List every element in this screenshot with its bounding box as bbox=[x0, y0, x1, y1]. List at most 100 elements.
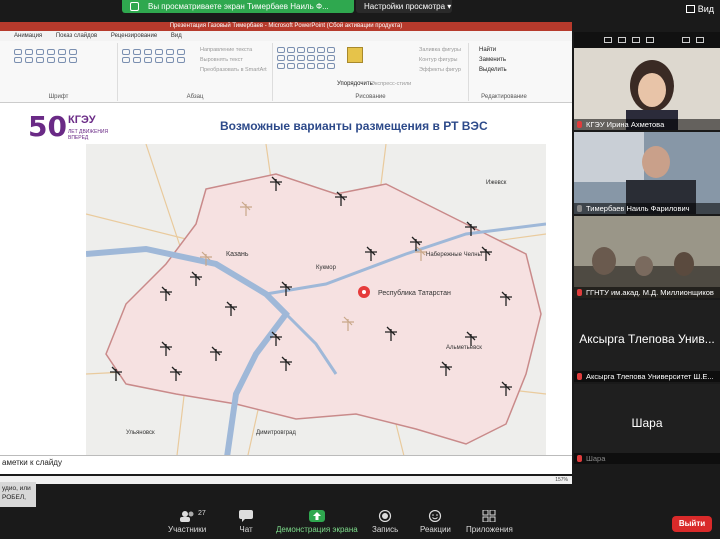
record-icon bbox=[377, 509, 393, 523]
layout-icon[interactable] bbox=[696, 37, 704, 43]
paragraph-controls[interactable] bbox=[122, 49, 186, 63]
participant-video bbox=[574, 216, 720, 298]
shapes-gallery[interactable] bbox=[277, 47, 335, 69]
participant-tile[interactable]: Шара Шара bbox=[574, 384, 720, 464]
slide-notes[interactable]: аметки к слайду bbox=[0, 455, 572, 468]
apps-icon bbox=[481, 509, 497, 523]
participant-name: КГЭУ Ирина Ахметова bbox=[574, 119, 720, 130]
participant-tile[interactable]: Аксырга Тлепова Унив... Аксырга Тлепова … bbox=[574, 300, 720, 382]
font-group: Шрифт bbox=[0, 43, 118, 101]
share-screen-button[interactable]: Демонстрация экрана bbox=[276, 510, 358, 534]
reactions-button[interactable]: Реакции bbox=[420, 509, 451, 534]
text-direction-button[interactable]: Направление текста bbox=[200, 47, 252, 53]
city-almetyevsk: Альметьевск bbox=[446, 345, 482, 351]
participants-count: 27 bbox=[198, 510, 206, 517]
tooltip-fragment: удио, или РОБЕЛ, bbox=[0, 482, 36, 508]
logo-subtitle: ЛЕТ ДВИЖЕНИЯ ВПЕРЕД bbox=[68, 129, 109, 141]
paragraph-group-label: Абзац bbox=[186, 94, 204, 100]
layout-icon[interactable] bbox=[632, 37, 640, 43]
city-nab-chelny: Набережные Челны bbox=[426, 252, 482, 258]
participant-display-name: Аксырга Тлепова Унив... bbox=[579, 332, 715, 346]
leave-button[interactable]: Выйти bbox=[672, 516, 712, 532]
apps-label: Приложения bbox=[466, 525, 513, 534]
tab-slideshow[interactable]: Показ слайдов bbox=[56, 33, 97, 39]
share-screen-label: Демонстрация экрана bbox=[276, 525, 358, 534]
ppt-ribbon: Шрифт Направление текста Выровнять текст… bbox=[0, 41, 572, 103]
record-label: Запись bbox=[372, 525, 399, 534]
city-kazan: Казань bbox=[226, 251, 249, 258]
font-controls[interactable] bbox=[14, 49, 78, 63]
layout-icon[interactable] bbox=[646, 37, 654, 43]
record-button[interactable]: Запись bbox=[372, 509, 399, 534]
zoom-top-bar: Вы просматриваете экран Тимербаев Наиль … bbox=[0, 0, 720, 22]
logo-name: КГЭУ bbox=[68, 114, 96, 126]
participant-name: Аксырга Тлепова Университет Ш.Е... bbox=[574, 371, 720, 382]
chat-label: Чат bbox=[239, 525, 253, 534]
slide[interactable]: 50 КГЭУ ЛЕТ ДВИЖЕНИЯ ВПЕРЕД Возможные ва… bbox=[0, 104, 572, 474]
tab-review[interactable]: Рецензирование bbox=[111, 33, 157, 39]
participant-video bbox=[574, 48, 720, 130]
view-settings-label: Настройки просмотра bbox=[364, 2, 446, 11]
layout-icon[interactable] bbox=[604, 37, 612, 43]
apps-button[interactable]: Приложения bbox=[466, 509, 513, 534]
zoom-toolbar: Участники 27 Чат Демонстрация экрана Зап… bbox=[0, 507, 720, 539]
share-banner-text: Вы просматриваете экран Тимербаев Наиль … bbox=[148, 2, 329, 11]
tab-view[interactable]: Вид bbox=[171, 33, 182, 39]
view-button[interactable]: Вид bbox=[685, 4, 714, 14]
gallery-header bbox=[574, 32, 720, 48]
shape-fill-button[interactable]: Заливка фигуры bbox=[419, 47, 461, 53]
participant-name: ГГНТУ им.акад. М.Д. Миллионщиков bbox=[574, 287, 720, 298]
mic-muted-icon bbox=[577, 373, 582, 380]
zoom-level[interactable]: 157% bbox=[555, 476, 568, 484]
ppt-ribbon-tabs: Анимация Показ слайдов Рецензирование Ви… bbox=[0, 31, 572, 41]
chat-icon bbox=[238, 510, 254, 522]
kgeu-logo: 50 КГЭУ ЛЕТ ДВИЖЕНИЯ ВПЕРЕД bbox=[28, 112, 118, 144]
view-button-label: Вид bbox=[697, 4, 714, 14]
slide-title: Возможные варианты размещения в РТ ВЭС bbox=[220, 119, 488, 133]
map-svg: Республика Татарстан Казань Набережные Ч… bbox=[86, 144, 546, 464]
font-group-label: Шрифт bbox=[48, 94, 69, 100]
map-center-label: Республика Татарстан bbox=[378, 289, 451, 297]
city-kukmor: Кукмор bbox=[316, 265, 337, 271]
grid-view-icon bbox=[685, 5, 695, 13]
tatarstan-map: Республика Татарстан Казань Набережные Ч… bbox=[86, 144, 546, 464]
find-button[interactable]: Найти bbox=[479, 47, 496, 53]
chat-button[interactable]: Чат bbox=[238, 510, 254, 534]
select-button[interactable]: Выделить bbox=[479, 67, 507, 73]
shape-effects-button[interactable]: Эффекты фигур bbox=[419, 67, 461, 73]
city-dimitrovgrad: Димитровград bbox=[256, 430, 296, 436]
mic-icon bbox=[577, 205, 582, 212]
shape-outline-button[interactable]: Контур фигуры bbox=[419, 57, 457, 63]
ppt-title-bar: Презентация Газовый Тимербаев - Microsof… bbox=[0, 22, 572, 31]
share-screen-icon bbox=[308, 510, 325, 522]
mic-muted-icon bbox=[577, 455, 582, 462]
city-ulyanovsk: Ульяновск bbox=[126, 430, 155, 436]
tab-animation[interactable]: Анимация bbox=[14, 33, 42, 39]
participant-video bbox=[574, 132, 720, 214]
smartart-button[interactable]: Преобразовать в SmartArt bbox=[200, 67, 267, 73]
participant-display-name: Шара bbox=[631, 416, 663, 430]
editing-group: Найти Заменить Выделить Редактирование bbox=[469, 43, 539, 101]
view-settings-button[interactable]: Настройки просмотра ▾ bbox=[356, 0, 452, 13]
participant-tile[interactable]: КГЭУ Ирина Ахметова bbox=[574, 48, 720, 130]
drawing-group-label: Рисование bbox=[355, 94, 386, 100]
powerpoint-window: Презентация Газовый Тимербаев - Microsof… bbox=[0, 22, 572, 474]
shield-icon bbox=[130, 2, 139, 11]
participants-button[interactable]: Участники 27 bbox=[168, 510, 206, 534]
arrange-icon bbox=[347, 47, 363, 63]
participant-tile[interactable]: ГГНТУ им.акад. М.Д. Миллионщиков bbox=[574, 216, 720, 298]
participants-icon bbox=[179, 510, 195, 522]
participant-name: Тимербаев Наиль Фарилович bbox=[574, 203, 720, 214]
mic-muted-icon bbox=[577, 289, 582, 296]
align-text-button[interactable]: Выровнять текст bbox=[200, 57, 243, 63]
reactions-icon bbox=[427, 509, 443, 523]
arrange-button[interactable]: Упорядочить bbox=[337, 81, 373, 87]
drawing-group: Упорядочить Экспресс-стили Заливка фигур… bbox=[273, 43, 469, 101]
layout-icon[interactable] bbox=[618, 37, 626, 43]
participant-tile[interactable]: Тимербаев Наиль Фарилович bbox=[574, 132, 720, 214]
screen-share-banner[interactable]: Вы просматриваете экран Тимербаев Наиль … bbox=[122, 0, 354, 13]
replace-button[interactable]: Заменить bbox=[479, 57, 506, 63]
layout-icon[interactable] bbox=[682, 37, 690, 43]
quick-styles-button[interactable]: Экспресс-стили bbox=[371, 81, 411, 87]
reactions-label: Реакции bbox=[420, 525, 451, 534]
